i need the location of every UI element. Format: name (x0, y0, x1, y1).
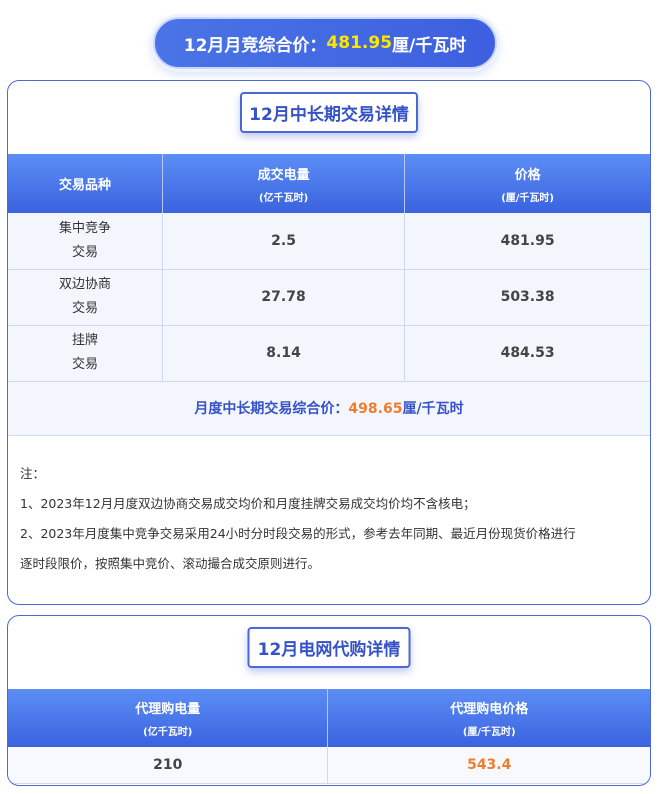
summary-label: 月度中长期交易综合价： (194, 401, 349, 417)
banner-price: 481.95 (326, 33, 393, 53)
agency-volume-cell: 210 (8, 747, 329, 784)
column-header-price: 价格 (厘/千瓦时) (404, 154, 650, 213)
volume-cell: 2.5 (162, 213, 406, 270)
table-row: 挂牌 交易 8.14 484.53 (8, 325, 650, 382)
section-title: 12月中长期交易详情 (240, 92, 418, 133)
note-item-2-cont: 逐时段限价，按照集中竞价、滚动撮合成交原则进行。 (20, 556, 321, 571)
long-term-trading-table: 交易品种 成交电量 (亿千瓦时) 价格 (厘/千瓦时) 集中竞争 交易 2.5 (8, 154, 650, 436)
notes-block: 注： 1、2023年12月月度双边协商交易成交均价和月度挂牌交易成交均价均不含核… (20, 459, 650, 579)
trade-type-cell: 集中竞争 交易 (8, 213, 163, 270)
table-row: 集中竞争 交易 2.5 481.95 (8, 213, 650, 270)
volume-cell: 27.78 (162, 269, 406, 326)
table-row: 210 543.4 (8, 747, 650, 784)
summary-unit: 厘/千瓦时 (402, 401, 464, 417)
price-cell: 503.38 (404, 269, 650, 326)
banner-unit: 厘/千瓦时 (392, 35, 467, 56)
trade-type-cell: 双边协商 交易 (8, 269, 163, 326)
volume-cell: 8.14 (162, 325, 406, 382)
notes-heading: 注： (20, 466, 46, 481)
table-row: 双边协商 交易 27.78 503.38 (8, 269, 650, 326)
section-title: 12月电网代购详情 (247, 627, 411, 668)
note-item-1: 1、2023年12月月度双边协商交易成交均价和月度挂牌交易成交均价均不含核电； (20, 496, 476, 511)
composite-price-cell: 月度中长期交易综合价：498.65厘/千瓦时 (8, 381, 650, 436)
summary-price: 498.65 (348, 401, 403, 417)
trade-type-cell: 挂牌 交易 (8, 325, 163, 382)
note-item-2: 2、2023年月度集中竞争交易采用24小时分时段交易的形式，参考去年同期、最近月… (20, 526, 576, 541)
price-cell: 484.53 (404, 325, 650, 382)
agency-purchase-table: 代理购电量 (亿千瓦时) 代理购电价格 (厘/千瓦时) 210 543.4 (8, 689, 650, 784)
summary-row: 月度中长期交易综合价：498.65厘/千瓦时 (8, 381, 650, 436)
column-header-volume: 成交电量 (亿千瓦时) (162, 154, 406, 213)
grid-agency-purchase-card: 12月电网代购详情 代理购电量 (亿千瓦时) 代理购电价格 (厘/千瓦时) 21… (7, 615, 651, 786)
column-header-agency-price: 代理购电价格 (厘/千瓦时) (327, 689, 650, 747)
price-cell: 481.95 (404, 213, 650, 270)
column-header-type: 交易品种 (8, 154, 163, 213)
agency-price-cell: 543.4 (327, 747, 650, 784)
table-header-row: 交易品种 成交电量 (亿千瓦时) 价格 (厘/千瓦时) (8, 154, 650, 213)
column-header-agency-volume: 代理购电量 (亿千瓦时) (8, 689, 329, 747)
long-term-trading-card: 12月中长期交易详情 交易品种 成交电量 (亿千瓦时) 价格 (厘/千瓦时) 集… (7, 80, 651, 605)
banner-label: 12月月竞综合价： (183, 35, 327, 56)
monthly-bid-price-banner: 12月月竞综合价： 481.95 厘/千瓦时 (153, 17, 497, 69)
table-header-row: 代理购电量 (亿千瓦时) 代理购电价格 (厘/千瓦时) (8, 689, 650, 747)
